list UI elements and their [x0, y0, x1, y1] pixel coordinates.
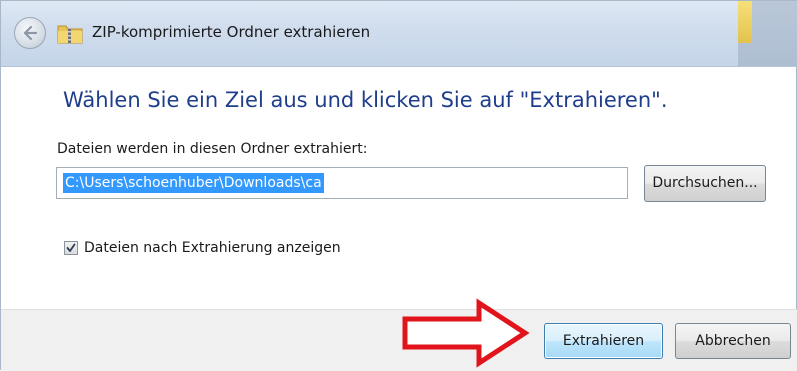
destination-path-input[interactable]: C:\Users\schoenhuber\Downloads\ca [56, 167, 628, 199]
title-bar-accent [738, 1, 752, 43]
red-arrow-icon [402, 298, 530, 368]
back-button[interactable] [14, 17, 46, 49]
browse-button[interactable]: Durchsuchen... [644, 165, 766, 202]
zip-folder-icon [57, 25, 83, 44]
back-arrow-icon [23, 25, 38, 41]
show-files-checkbox-label[interactable]: Dateien nach Extrahierung anzeigen [84, 240, 341, 256]
instruction-heading: Wählen Sie ein Ziel aus und klicken Sie … [63, 88, 668, 112]
window-title: ZIP-komprimierte Ordner extrahieren [92, 23, 371, 41]
extract-button[interactable]: Extrahieren [544, 323, 663, 359]
title-bar: ZIP-komprimierte Ordner extrahieren [1, 1, 797, 67]
destination-path-value: C:\Users\schoenhuber\Downloads\ca [63, 173, 324, 193]
show-files-checkbox[interactable] [64, 241, 78, 255]
destination-label: Dateien werden in diesen Ordner extrahie… [57, 141, 368, 157]
extract-dialog-window: ZIP-komprimierte Ordner extrahieren Wähl… [0, 0, 797, 371]
cancel-button[interactable]: Abbrechen [675, 323, 791, 359]
checkmark-icon [66, 243, 76, 252]
